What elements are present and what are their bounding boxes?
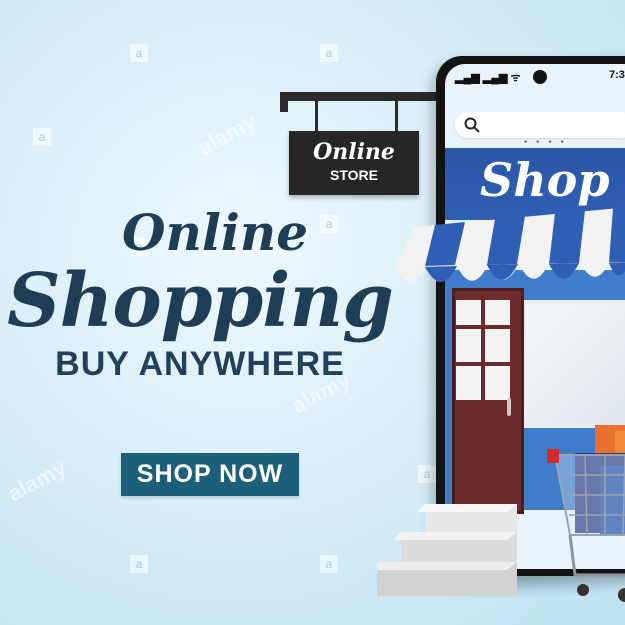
door-pane-divider [456,325,510,329]
watermark-text: alamy [3,454,71,507]
search-icon [464,117,480,133]
shop-title: Shop [480,153,610,207]
sign-bracket [280,92,445,101]
watermark-text: alamy [193,108,261,161]
online-store-sign: Online STORE [289,131,419,195]
watermark-mark: a [130,555,148,573]
front-camera [533,70,547,84]
shop-window [522,300,625,428]
shop-now-button[interactable]: SHOP NOW [121,453,299,496]
sign-online-text: Online [313,139,395,165]
sign-store-text: STORE [330,167,378,183]
banner-canvas: a a a a a a a a alamy alamy alamy Online… [0,0,625,625]
shopping-cart-icon [547,425,625,602]
headline-online: Online [121,203,309,262]
entrance-stairs [377,504,517,596]
striped-awning [395,207,625,282]
page-dots: • • • • [523,138,567,148]
headline-shopping: Shopping [7,258,394,344]
headline-buy-anywhere: BUY ANYWHERE [55,345,345,383]
door-handle [507,398,511,416]
watermark-mark: a [33,128,51,146]
door-pane-divider [481,300,485,400]
sign-chain [315,100,318,132]
status-time: 7:30 [609,69,625,81]
watermark-mark: a [320,555,338,573]
watermark-mark: a [320,44,338,62]
watermark-mark: a [130,44,148,62]
door-pane-divider [456,362,510,366]
headline-block: Online Shopping BUY ANYWHERE [0,205,400,384]
sign-chain [395,100,398,132]
search-bar[interactable] [455,112,625,138]
signal-wifi-icon: ▂▄▆ ▂▄▆ ᯤ [455,72,521,84]
watermark-mark: a [418,465,436,483]
